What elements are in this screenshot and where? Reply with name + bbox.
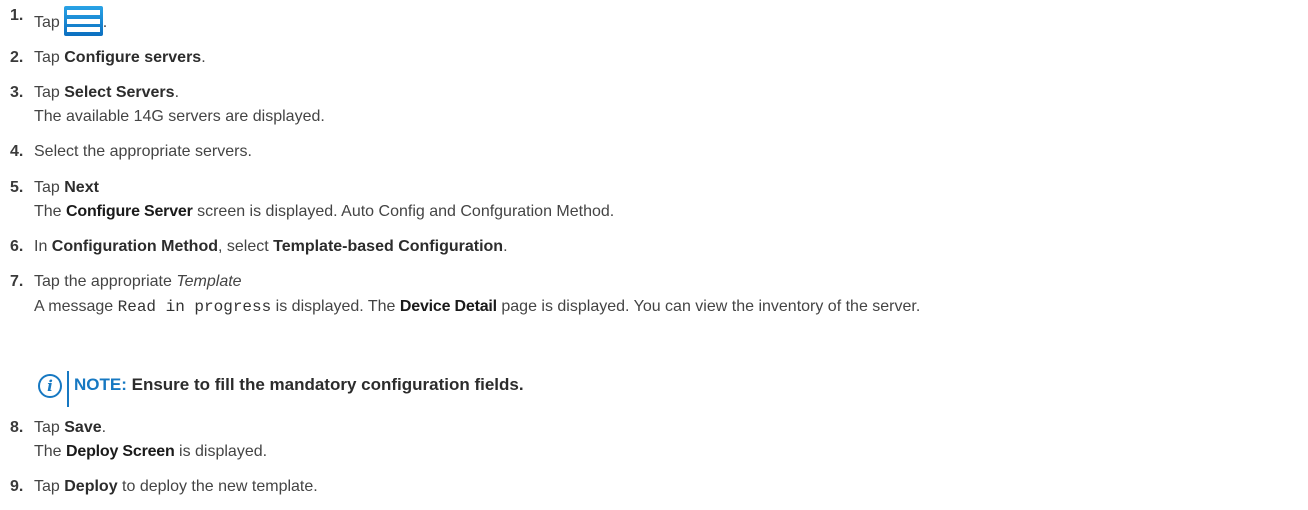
- ui-term: Template: [176, 273, 242, 290]
- ui-term: Deploy: [64, 478, 118, 495]
- step-5-result: The Configure Server screen is displayed…: [34, 203, 615, 220]
- step-number: 1.: [10, 7, 24, 24]
- step-number: 7.: [10, 273, 24, 290]
- step-number: 2.: [10, 49, 24, 66]
- step-text: Tap: [34, 14, 60, 31]
- note-divider: [67, 371, 69, 407]
- ui-term: Template-based Configuration: [273, 238, 504, 255]
- ui-term: Save: [64, 419, 102, 436]
- step-7-result: A message Read in progress is displayed.…: [34, 298, 921, 316]
- step-number: 9.: [10, 478, 24, 495]
- step-number: 6.: [10, 238, 24, 255]
- step-number: 8.: [10, 419, 24, 436]
- step-8-result: The Deploy Screen is displayed.: [34, 443, 268, 460]
- step-number: 4.: [10, 143, 24, 160]
- note-text: Ensure to fill the mandatory configurati…: [126, 375, 524, 394]
- step-number: 3.: [10, 84, 24, 101]
- info-icon: i: [38, 374, 62, 398]
- ui-term: Next: [64, 179, 99, 196]
- procedure-steps: 1. Tap. 2. Tap Configure servers. 3. Tap…: [0, 0, 1308, 510]
- ui-term: Select Servers: [64, 84, 175, 101]
- step-text: Select the appropriate servers.: [34, 143, 252, 160]
- ui-term: Configure servers: [64, 49, 202, 66]
- note-label: NOTE:: [74, 375, 127, 394]
- step-3-result: The available 14G servers are displayed.: [34, 108, 325, 125]
- ui-term: Configuration Method: [51, 238, 218, 255]
- step-number: 5.: [10, 179, 24, 196]
- hamburger-menu-icon: [63, 6, 103, 36]
- code-text: Read in progress: [117, 298, 272, 316]
